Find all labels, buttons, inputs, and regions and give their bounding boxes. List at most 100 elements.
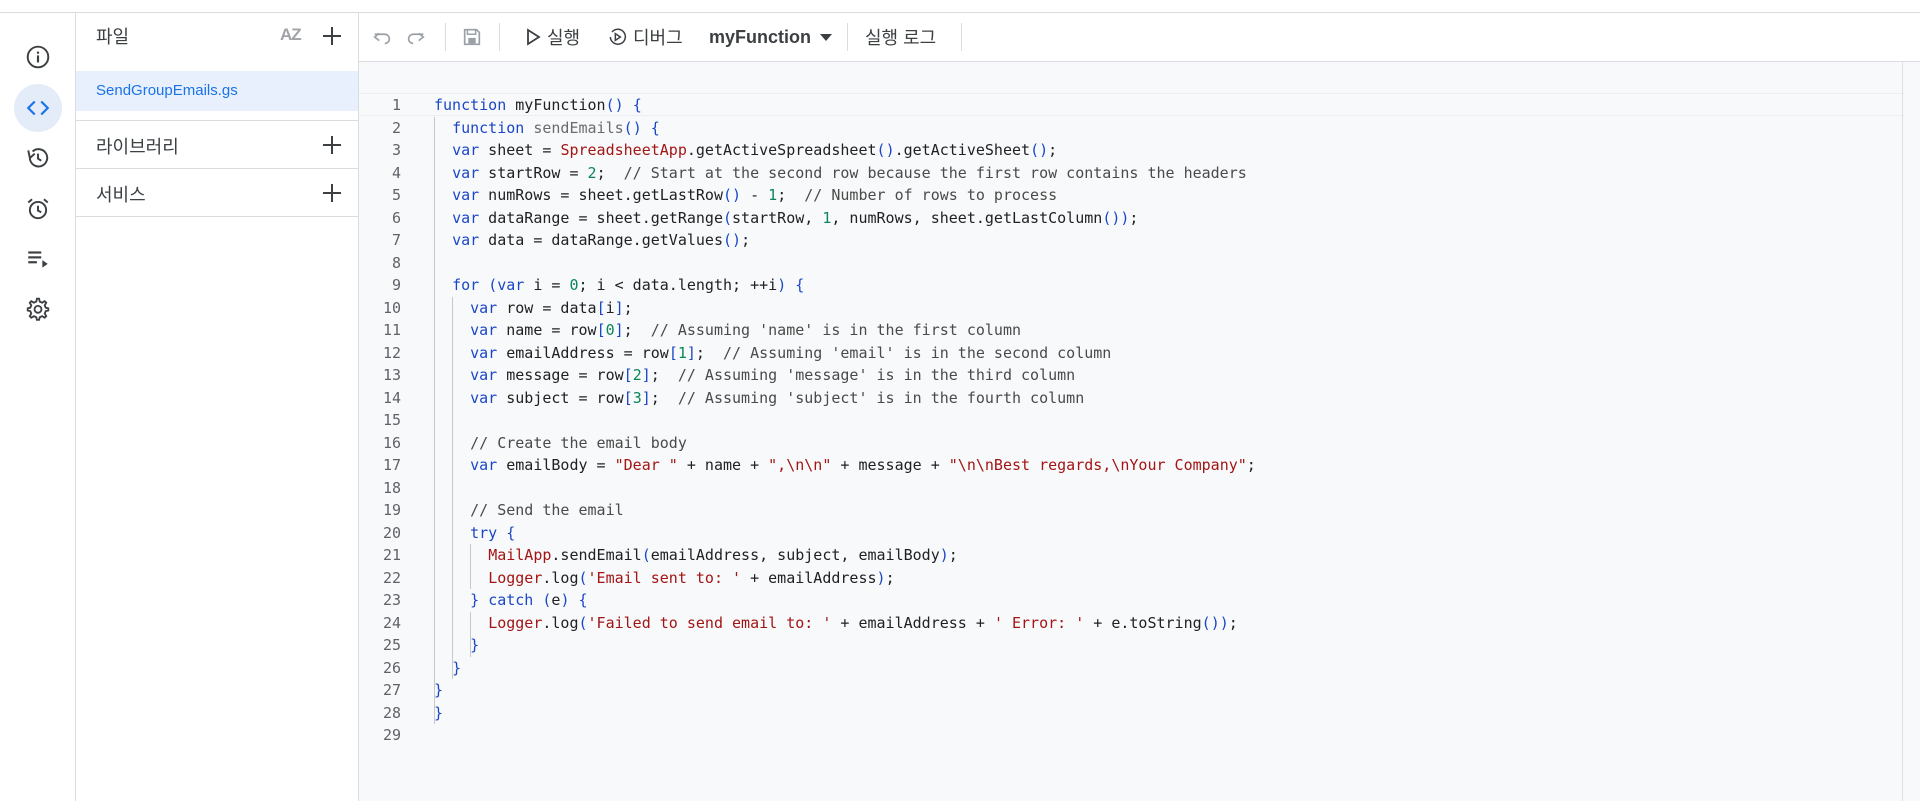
line-number: 23 (382, 591, 401, 609)
redo-icon (407, 32, 425, 45)
indent-guide (470, 544, 471, 589)
redo-button[interactable] (405, 13, 427, 61)
toolbar-divider (499, 23, 500, 51)
file-item[interactable]: SendGroupEmails.gs (76, 71, 358, 111)
code-line: } (452, 658, 462, 677)
debug-label: 디버그 (633, 28, 683, 48)
code-line: Logger.log('Failed to send email to: ' +… (488, 613, 1238, 632)
undo-button[interactable] (371, 13, 393, 61)
code-line: } (470, 636, 480, 654)
debug-button[interactable]: 디버그 (607, 13, 683, 61)
files-header: 파일 AZ (76, 13, 358, 57)
line-number: 16 (382, 433, 401, 452)
code-line: var name = row[0]; // Assuming 'name' is… (470, 321, 1022, 339)
indent-guide (470, 611, 471, 657)
executions-button[interactable] (14, 235, 62, 283)
line-number: 27 (382, 681, 401, 699)
code-line: } (434, 681, 444, 699)
code-line: var data = dataRange.getValues(); (452, 231, 751, 249)
settings-button[interactable] (14, 285, 62, 333)
code-line: // Create the email body (470, 433, 687, 452)
run-label: 실행 (547, 28, 581, 48)
line-number: 28 (382, 703, 401, 722)
line-number: 20 (382, 523, 401, 542)
line-number: 24 (382, 613, 401, 632)
history-icon (27, 148, 49, 168)
versions-button[interactable] (14, 134, 62, 182)
line-number: 22 (382, 568, 401, 587)
sort-az-icon[interactable]: AZ (280, 25, 302, 45)
code-line: var startRow = 2; // Start at the second… (452, 163, 1247, 182)
sections-divider (76, 216, 358, 217)
settings-icon (26, 297, 50, 321)
services-label: 서비스 (96, 185, 146, 205)
toolbar-divider (445, 23, 446, 51)
add-library-icon[interactable] (320, 133, 344, 157)
line-number: 3 (391, 141, 401, 159)
code-line: var message = row[2]; // Assuming 'messa… (470, 366, 1076, 384)
execution-log-label: 실행 로그 (865, 28, 937, 48)
code-line: var row = data[i]; (470, 298, 633, 317)
code-line: var sheet = SpreadsheetApp.getActiveSpre… (452, 141, 1058, 159)
indent-guide (434, 116, 435, 724)
line-number: 14 (382, 388, 401, 407)
code-editor[interactable]: 1 function myFunction() { 2 function sendE… (359, 62, 1920, 801)
line-number: 5 (391, 186, 401, 204)
files-title: 파일 (96, 27, 130, 47)
code-line: // Send the email (470, 501, 624, 519)
code-line: var numRows = sheet.getLastRow() - 1; //… (452, 186, 1058, 204)
line-number: 7 (391, 231, 401, 249)
code-line: function sendEmails() { (452, 118, 660, 137)
line-number: 10 (382, 298, 401, 317)
run-button[interactable]: 실행 (525, 13, 580, 61)
line-number: 29 (382, 726, 401, 744)
code-line: } (434, 703, 444, 722)
line-number: 26 (382, 658, 401, 677)
add-file-icon[interactable] (320, 24, 344, 48)
top-bar (0, 0, 1920, 13)
line-number: 25 (382, 636, 401, 654)
overview-button[interactable] (14, 33, 62, 81)
code-line: try { (470, 523, 516, 542)
code-icon (26, 100, 50, 116)
line-number: 6 (391, 208, 401, 227)
libraries-section: 라이브러리 (76, 120, 358, 169)
code-line: } catch (e) { (470, 591, 588, 609)
triggers-button[interactable] (14, 185, 62, 233)
execution-log-button[interactable]: 실행 로그 (865, 13, 936, 61)
code-line: function myFunction() { (434, 96, 642, 114)
line-number: 15 (382, 411, 401, 429)
info-icon (26, 45, 50, 69)
libraries-label: 라이브러리 (96, 137, 179, 157)
function-select-value: myFunction (709, 26, 811, 47)
code-line: var emailBody = "Dear " + name + ",\n\n"… (470, 456, 1256, 474)
indent-guide (452, 296, 453, 679)
line-number: 17 (382, 456, 401, 474)
save-button[interactable] (461, 13, 483, 61)
code-line: var subject = row[3]; // Assuming 'subje… (470, 388, 1085, 407)
services-section: 서비스 (76, 168, 358, 217)
line-number: 4 (391, 163, 401, 182)
editor-toolbar: 실행 디버그 myFunction 실행 로그 (359, 13, 1920, 62)
line-number: 13 (382, 366, 401, 384)
line-number: 2 (391, 118, 401, 137)
line-number: 12 (382, 343, 401, 362)
line-number: 8 (391, 253, 401, 272)
editor-button[interactable] (14, 84, 62, 132)
files-panel: 파일 AZ SendGroupEmails.gs 라이브러리 서비스 (76, 13, 359, 801)
add-service-icon[interactable] (320, 181, 344, 205)
function-select[interactable]: myFunction (709, 13, 833, 61)
line-number: 21 (382, 546, 401, 564)
dropdown-arrow-icon (820, 34, 832, 41)
code-line: MailApp.sendEmail(emailAddress, subject,… (488, 546, 958, 564)
line-number: 1 (391, 96, 401, 114)
code-line: Logger.log('Email sent to: ' + emailAddr… (488, 568, 895, 587)
undo-icon (373, 32, 391, 45)
file-name: SendGroupEmails.gs (96, 82, 238, 99)
executions-icon (28, 251, 48, 268)
save-icon (463, 28, 481, 46)
alarm-icon (27, 198, 49, 220)
code-line: var emailAddress = row[1]; // Assuming '… (470, 343, 1112, 362)
editor-scrollbar[interactable] (1902, 62, 1903, 801)
debug-icon (609, 28, 627, 45)
